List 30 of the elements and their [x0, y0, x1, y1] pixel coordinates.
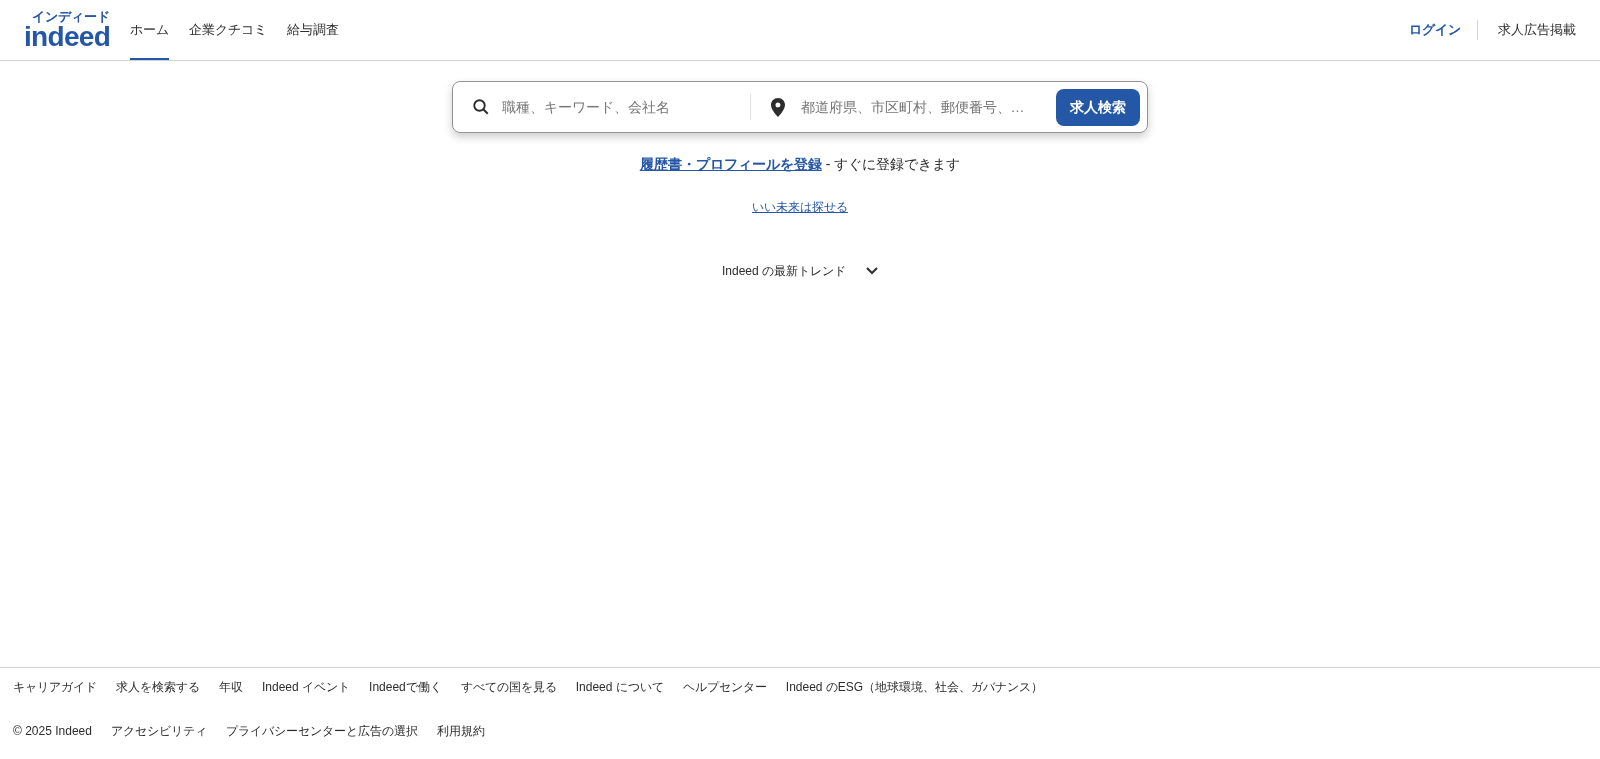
register-link[interactable]: 履歴書・プロフィールを登録 [639, 156, 822, 172]
footer-link[interactable]: Indeed のESG（地球環境、社会、ガバナンス） [785, 678, 1044, 696]
footer-link[interactable]: Indeed について [575, 678, 664, 696]
footer-link[interactable]: プライバシーセンターと広告の選択 [225, 722, 418, 740]
location-pin-icon [770, 97, 785, 117]
trends-toggle[interactable]: Indeed の最新トレンド [721, 262, 878, 280]
logo-kana-text: インディード [32, 9, 111, 23]
location-input-field[interactable]: 都道府県、市区町村、郵便番号、… [800, 96, 1048, 118]
login-link[interactable]: ログイン [1409, 20, 1477, 40]
find-jobs-button[interactable]: 求人検索 [1056, 88, 1140, 126]
footer-link[interactable]: 利用規約 [436, 722, 485, 740]
footer-link[interactable]: 求人を検索する [116, 678, 200, 696]
footer-link[interactable]: アクセシビリティ [110, 722, 207, 740]
future-link[interactable]: いい未来は探せる [752, 198, 848, 216]
footer-link[interactable]: Indeed イベント [262, 678, 351, 696]
footer-link[interactable]: 年収 [219, 678, 243, 696]
footer-link[interactable]: Indeedで働く [369, 678, 442, 696]
footer-link[interactable]: ヘルプセンター [682, 678, 767, 696]
nav-tab[interactable]: ホーム [130, 0, 170, 60]
footer-link[interactable]: キャリアガイド [13, 678, 97, 696]
footer-link[interactable]: すべての国を見る [460, 678, 557, 696]
search-icon [472, 98, 490, 116]
copyright-text: © 2025 Indeed [13, 723, 92, 740]
nav-tab[interactable]: 企業クチコミ [189, 0, 268, 60]
keyword-input-field[interactable]: 職種、キーワード、会社名 [502, 96, 750, 118]
post-job-link[interactable]: 求人広告掲載 [1478, 20, 1576, 40]
nav-tab[interactable]: 給与調査 [287, 0, 340, 60]
logo-text[interactable]: indeed [24, 22, 111, 51]
register-prompt: 履歴書・プロフィールを登録 - すぐに登録できます [639, 155, 961, 174]
chevron-icon [866, 267, 878, 275]
